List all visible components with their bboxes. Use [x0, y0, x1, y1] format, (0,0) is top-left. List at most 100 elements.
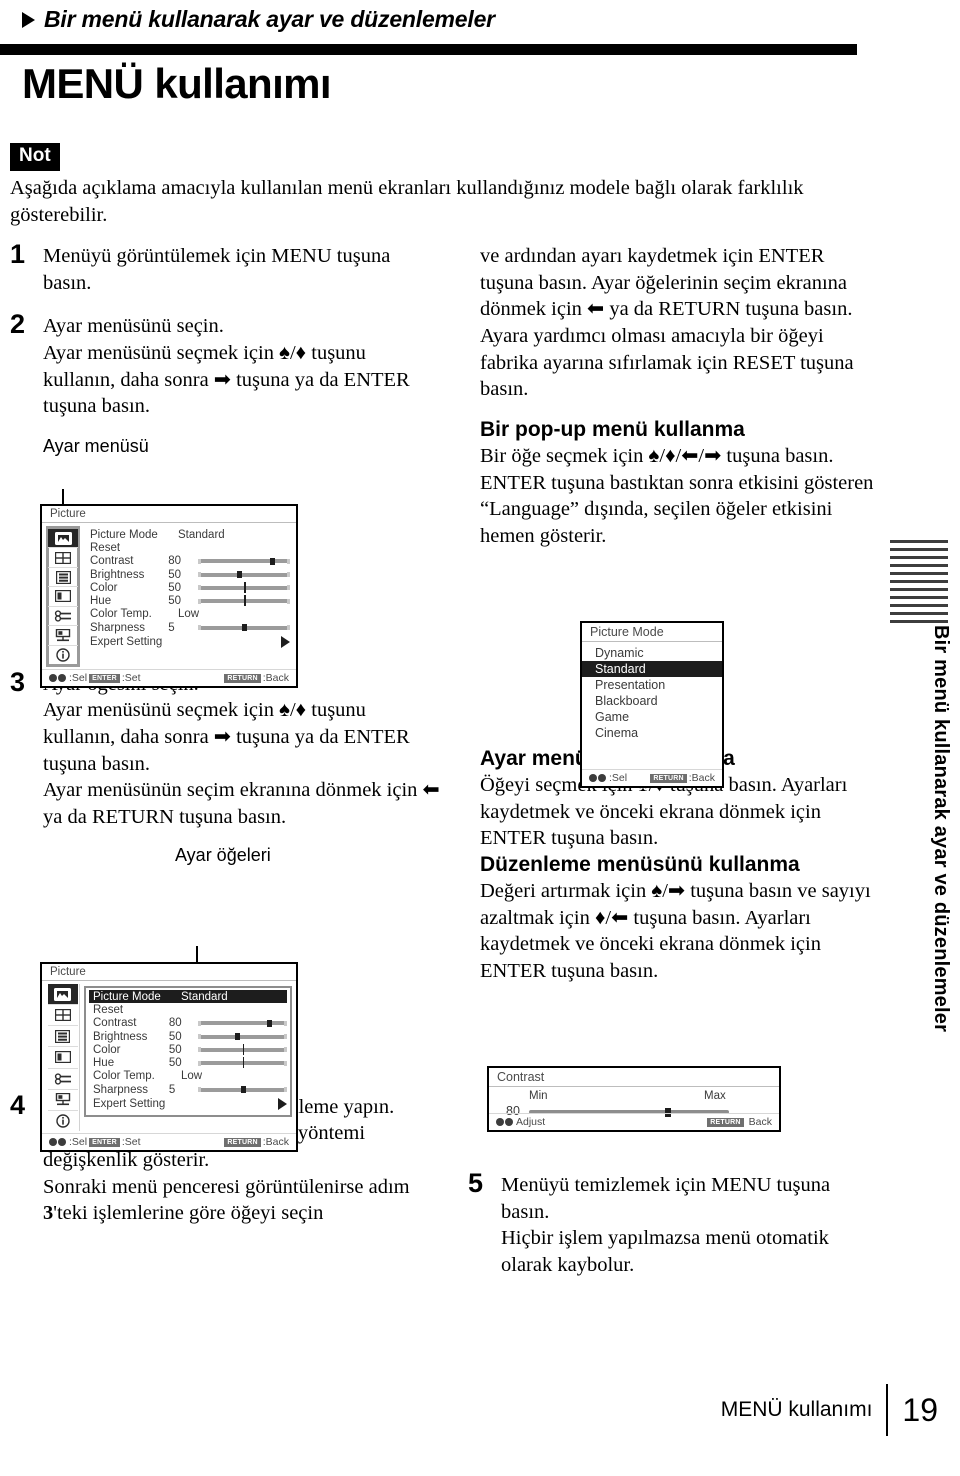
note-badge: Not	[10, 143, 60, 171]
osd-1-row-color[interactable]: Color 50	[86, 581, 290, 594]
note-text: Aşağıda açıklama amacıyla kullanılan men…	[10, 177, 804, 227]
osd-1-row-color-temp[interactable]: Color Temp. Low	[86, 608, 290, 621]
osd-2-row-color[interactable]: Color 50	[89, 1043, 287, 1056]
chevron-right-icon[interactable]	[281, 636, 290, 649]
popup-option-dynamic[interactable]: Dynamic	[582, 645, 722, 661]
osd-contrast-min-label: Min	[529, 1090, 548, 1102]
osd-2-slider-sharpness[interactable]	[198, 1086, 287, 1094]
osd-1-label-contrast: Contrast	[90, 555, 134, 568]
step-1-line-1: Menüyü görüntülemek için MENU tuşuna bas…	[43, 245, 391, 294]
step-2: 2 Ayar menüsünü seçin. Ayar menüsünü seç…	[10, 309, 440, 420]
osd-1-row-brightness[interactable]: Brightness 50	[86, 568, 290, 581]
popup-option-game[interactable]: Game	[582, 709, 722, 725]
triangle-right-icon	[22, 11, 35, 28]
step-3-line-3: Ayar menüsünün seçim ekranına dönmek içi…	[43, 779, 440, 829]
popup-option-standard[interactable]: Standard	[582, 661, 722, 677]
osd-1-row-picture-mode[interactable]: Picture Mode Standard	[86, 528, 290, 541]
step-3-line-2: Ayar menüsünü seçmek için ♠/♦ tuşunu kul…	[43, 699, 410, 775]
input-connector-icon[interactable]	[48, 607, 78, 627]
osd-1-slider-contrast[interactable]	[198, 557, 290, 565]
osd-popup-back-label: :Back	[688, 772, 715, 784]
osd-1-row-expert-setting[interactable]: Expert Setting	[86, 634, 290, 650]
popup-option-presentation[interactable]: Presentation	[582, 677, 722, 693]
osd-2-row-picture-mode[interactable]: Picture Mode Standard	[89, 990, 287, 1004]
osd-2-label-picture-mode: Picture Mode	[93, 990, 161, 1003]
osd-2-slider-color[interactable]	[198, 1043, 287, 1055]
osd-2-value-picture-mode: Standard	[181, 990, 228, 1003]
pip-layout-icon[interactable]	[48, 587, 78, 607]
osd-2-slider-hue[interactable]	[198, 1057, 287, 1069]
information-icon[interactable]	[48, 646, 78, 664]
picture-icon[interactable]	[48, 529, 78, 549]
picture-icon[interactable]	[47, 984, 78, 1006]
pip-layout-icon[interactable]	[47, 1047, 78, 1069]
osd-1-value-hue: 50	[168, 595, 182, 608]
enter-key-badge: ENTER	[89, 673, 120, 683]
osd-1-value-sharpness: 5	[168, 621, 175, 634]
input-connector-icon[interactable]	[47, 1069, 78, 1090]
osd-1-row-reset[interactable]: Reset	[86, 541, 290, 554]
osd-2-sel-label: :Sel	[69, 1136, 88, 1148]
osd-1-row-hue[interactable]: Hue 50	[86, 594, 290, 607]
osd-2-icon-sidebar[interactable]	[46, 984, 80, 1131]
step-5-line-2: Hiçbir işlem yapılmazsa menü otomatik ol…	[501, 1227, 829, 1276]
osd-2-slider-brightness[interactable]	[198, 1033, 287, 1041]
osd-1-value-picture-mode: Standard	[178, 528, 225, 541]
osd-1-title: Picture	[42, 506, 296, 523]
osd-popup-title: Picture Mode	[582, 623, 722, 642]
caption-ayar-menusu: Ayar menüsü	[43, 435, 149, 456]
screen-grid-icon[interactable]	[48, 548, 78, 568]
osd-1-slider-color[interactable]	[198, 581, 290, 593]
osd-2-title: Picture	[42, 964, 296, 981]
settings-list-icon[interactable]	[48, 568, 78, 588]
osd-1-icon-sidebar[interactable]	[46, 526, 80, 667]
osd-2-row-sharpness[interactable]: Sharpness 5	[89, 1083, 287, 1096]
osd-2-label-color: Color	[93, 1043, 121, 1056]
osd-2-row-reset[interactable]: Reset	[89, 1003, 287, 1016]
osd-2-row-color-temp[interactable]: Color Temp. Low	[89, 1070, 287, 1083]
osd-2-back-label: :Back	[262, 1136, 289, 1148]
osd-1-slider-sharpness[interactable]	[198, 624, 290, 632]
step-2-line-2: Ayar menüsünü seçmek için ♠/♦ tuşunu kul…	[43, 341, 410, 418]
side-tab-stripes	[890, 540, 948, 628]
osd-picture-menu-sidebar[interactable]: Picture Picture Mode Standard Reset Cont…	[40, 504, 298, 688]
page-footer: MENÜ kullanımı 19	[721, 1384, 938, 1436]
osd-2-value-sharpness: 5	[168, 1083, 176, 1096]
settings-list-icon[interactable]	[47, 1026, 78, 1048]
osd-2-row-contrast[interactable]: Contrast 80	[89, 1017, 287, 1030]
return-key-badge: RETURN	[224, 1137, 261, 1147]
osd-2-row-brightness[interactable]: Brightness 50	[89, 1030, 287, 1043]
osd-1-label-color: Color	[90, 581, 118, 594]
osd-1-row-sharpness[interactable]: Sharpness 5	[86, 621, 290, 634]
osd-1-rows[interactable]: Picture Mode Standard Reset Contrast 80 …	[86, 528, 290, 650]
step-4-line-3c: 'teki işlemlerine göre öğeyi seçin	[53, 1202, 324, 1225]
osd-2-slider-contrast[interactable]	[198, 1019, 287, 1027]
chevron-right-icon[interactable]	[278, 1098, 287, 1111]
screen-grid-icon[interactable]	[47, 1005, 78, 1027]
popup-option-blackboard[interactable]: Blackboard	[582, 693, 722, 709]
installation-icon[interactable]	[48, 626, 78, 646]
osd-picture-menu-items[interactable]: Picture Picture Mode Standard Reset Cont…	[40, 962, 298, 1152]
osd-1-row-contrast[interactable]: Contrast 80	[86, 555, 290, 568]
osd-popup-picture-mode[interactable]: Picture Mode Dynamic Standard Presentati…	[580, 621, 724, 788]
osd-2-value-contrast: 80	[168, 1017, 182, 1030]
osd-2-row-hue[interactable]: Hue 50	[89, 1056, 287, 1069]
osd-1-label-reset: Reset	[90, 541, 121, 554]
osd-2-value-brightness: 50	[168, 1030, 182, 1043]
osd-popup-footer: :Sel RETURN :Back	[582, 769, 722, 786]
osd-contrast-max-label: Max	[704, 1090, 726, 1102]
osd-1-value-brightness: 50	[168, 568, 182, 581]
popup-option-cinema[interactable]: Cinema	[582, 725, 722, 741]
step-5-number: 5	[468, 1168, 484, 1198]
page-title: MENÜ kullanımı	[22, 60, 332, 107]
updown-dots-icon	[589, 774, 606, 782]
osd-1-label-expert-setting: Expert Setting	[90, 636, 163, 649]
information-icon[interactable]	[48, 1111, 78, 1131]
osd-1-slider-brightness[interactable]	[198, 571, 290, 579]
osd-1-label-color-temp: Color Temp.	[90, 608, 152, 621]
osd-1-slider-hue[interactable]	[198, 595, 290, 607]
osd-2-rows[interactable]: Picture Mode Standard Reset Contrast 80 …	[84, 986, 292, 1118]
osd-2-row-expert-setting[interactable]: Expert Setting	[89, 1096, 287, 1112]
osd-contrast-adjust-bar[interactable]: Contrast Min Max 80 Adjust RETURN Back	[487, 1066, 781, 1132]
installation-icon[interactable]	[47, 1090, 78, 1111]
